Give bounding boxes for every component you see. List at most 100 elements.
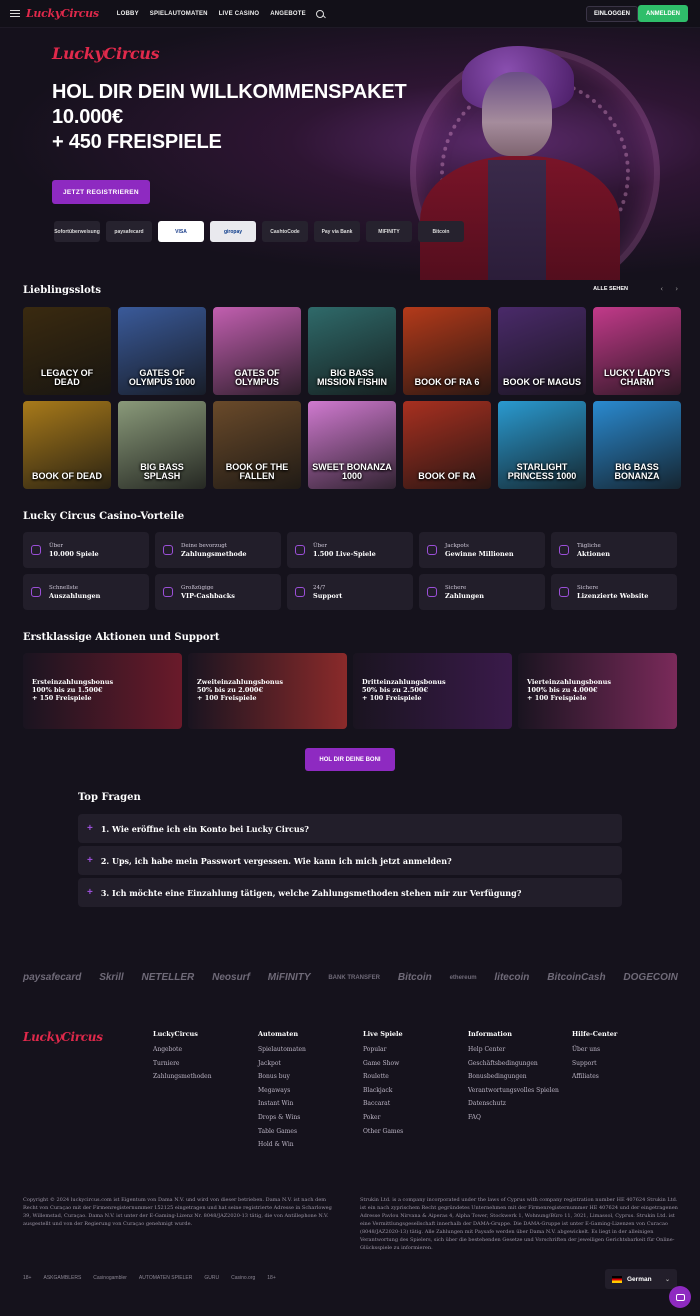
chevron-left-icon[interactable]: ‹ — [660, 285, 663, 293]
promo-card[interactable]: Zweiteinzahlungsbonus 50% bis zu 2.000€ + … — [188, 653, 347, 729]
partner-logo: BANK TRANSFER — [328, 974, 381, 981]
advantage-label: Deine bevorzugt — [181, 542, 227, 549]
footer-badge: Casino.org — [231, 1275, 256, 1281]
advantage-value: Zahlungsmethode — [181, 549, 247, 558]
footer-link[interactable]: Table Games — [258, 1125, 306, 1139]
login-button[interactable]: EINLOGGEN — [585, 6, 638, 22]
advantage-icon — [559, 587, 569, 597]
footer-link[interactable]: Support — [572, 1057, 617, 1071]
game-tile[interactable]: Gates of Olympus — [213, 307, 301, 395]
game-tile[interactable]: Sweet Bonanza 1000 — [308, 401, 396, 489]
hero-register-button[interactable]: JETZT REGISTRIEREN — [52, 180, 150, 204]
faq-item[interactable]: +3. Ich möchte eine Einzahlung tätigen, … — [78, 878, 622, 907]
footer-link[interactable]: Roulette — [363, 1070, 403, 1084]
faq-item[interactable]: +1. Wie eröffne ich ein Konto bei Lucky … — [78, 814, 622, 843]
footer-link[interactable]: Verantwortungsvolles Spielen — [468, 1084, 559, 1098]
footer-badge: AUTOMATEN SPIELER — [138, 1275, 193, 1281]
advantage-label: 24/7 — [313, 584, 326, 591]
game-tile[interactable]: Gates of Olympus 1000 — [118, 307, 206, 395]
footer-link[interactable]: Turniere — [153, 1057, 212, 1071]
game-tile[interactable]: Big Bass Mission Fishin — [308, 307, 396, 395]
footer-link[interactable]: Hold & Win — [258, 1138, 306, 1152]
advantage-label: Großzügige — [181, 584, 214, 591]
brand-logo[interactable]: LuckyCircus — [26, 7, 99, 20]
game-tile[interactable]: Book of Ra 6 — [403, 307, 491, 395]
footer-link[interactable]: Zahlungsmethoden — [153, 1070, 212, 1084]
footer-link[interactable]: Angebote — [153, 1043, 212, 1057]
game-tile[interactable]: Big Bass Splash — [118, 401, 206, 489]
advantage-label: Tägliche — [577, 542, 601, 549]
footer-column: Live Spiele Popular Game Show Roulette Black… — [363, 1030, 403, 1138]
hero-title: HOL DIR DEIN WILLKOMMENSPAKET 10.000€ + … — [52, 80, 407, 155]
hero-title-line2: 10.000€ — [52, 106, 123, 128]
hero-title-line1: HOL DIR DEIN WILLKOMMENSPAKET — [52, 81, 407, 103]
footer-link[interactable]: Bonusbedingungen — [468, 1070, 559, 1084]
chevron-right-icon[interactable]: › — [675, 285, 678, 293]
nav-live-casino[interactable]: LIVE CASINO — [219, 11, 260, 17]
footer-link[interactable]: Other Games — [363, 1125, 403, 1139]
joker-vest — [488, 160, 546, 280]
promo-card[interactable]: Vierteinzahlungsbonus 100% bis zu 4.000€ +… — [518, 653, 677, 729]
nav-slots[interactable]: SPIELAUTOMATEN — [150, 11, 208, 17]
promo-title: Dritteinzahlungsbonus — [362, 678, 446, 686]
top-header: LuckyCircus LOBBY SPIELAUTOMATEN LIVE CA… — [0, 0, 700, 28]
chat-button[interactable] — [669, 1286, 691, 1308]
footer-link[interactable]: Instant Win — [258, 1097, 306, 1111]
game-title: Big Bass Bonanza — [614, 462, 660, 481]
promo-line: 100% bis zu 1.500€ — [32, 686, 103, 694]
footer-link[interactable]: Popular — [363, 1043, 403, 1057]
footer-link[interactable]: Über uns — [572, 1043, 617, 1057]
advantage-label: Sichere — [577, 584, 599, 591]
game-tile[interactable]: Book of Dead — [23, 401, 111, 489]
footer-link[interactable]: Spielautomaten — [258, 1043, 306, 1057]
footer-link[interactable]: Help Center — [468, 1043, 559, 1057]
footer-link[interactable]: Poker — [363, 1111, 403, 1125]
search-icon[interactable] — [315, 9, 324, 18]
menu-icon[interactable] — [10, 10, 20, 17]
footer-link[interactable]: Bonus buy — [258, 1070, 306, 1084]
footer-link[interactable]: FAQ — [468, 1111, 559, 1125]
register-button[interactable]: ANMELDEN — [638, 5, 688, 22]
advantage-icon — [163, 545, 173, 555]
game-title: Big Bass Mission Fishin — [316, 368, 387, 387]
payment-partner-logos: paysafecard Skrill NETELLER Neosurf MiFINITY… — [23, 972, 678, 983]
footer-link[interactable]: Megaways — [258, 1084, 306, 1098]
hero-title-line3: + 450 FREISPIELE — [52, 131, 222, 153]
game-tile[interactable]: Starlight Princess 1000 — [498, 401, 586, 489]
advantage-icon — [295, 545, 305, 555]
game-title: Book of Ra 6 — [414, 377, 480, 387]
footer-link[interactable]: Datenschutz — [468, 1097, 559, 1111]
promo-card[interactable]: Dritteinzahlungsbonus 50% bis zu 2.500€ + … — [353, 653, 512, 729]
game-tile[interactable]: Legacy of Dead — [23, 307, 111, 395]
advantage-icon — [31, 587, 41, 597]
footer-link[interactable]: Baccarat — [363, 1097, 403, 1111]
promo-card[interactable]: Ersteinzahlungsbonus 100% bis zu 1.500€ + … — [23, 653, 182, 729]
legal-text-left: Copyright © 2024 luckycircus.com ist Eig… — [23, 1197, 332, 1227]
advantage-value: 1.500 Live-Spiele — [313, 549, 376, 558]
slots-section-title: Lieblingsslots — [23, 285, 102, 296]
footer-link[interactable]: Blackjack — [363, 1084, 403, 1098]
nav-offers[interactable]: ANGEBOTE — [270, 11, 306, 17]
game-tile[interactable]: Lucky Lady's Charm — [593, 307, 681, 395]
footer-link[interactable]: Game Show — [363, 1057, 403, 1071]
get-bonus-button[interactable]: HOL DIR DEINE BONI — [305, 748, 395, 771]
footer-link[interactable]: Geschäftsbedingungen — [468, 1057, 559, 1071]
game-tile[interactable]: Book of the Fallen — [213, 401, 301, 489]
advantage-value: Lizenzierte Website — [577, 591, 649, 600]
footer-link[interactable]: Jackpot — [258, 1057, 306, 1071]
nav-lobby[interactable]: LOBBY — [117, 11, 139, 17]
footer-link[interactable]: Drops & Wins — [258, 1111, 306, 1125]
see-all-link[interactable]: ALLE SEHEN — [593, 286, 628, 292]
payment-cashtocode: CashtoCode — [262, 221, 308, 242]
footer-logo[interactable]: LuckyCircus — [23, 1030, 103, 1044]
advantage-value: Gewinne Millionen — [445, 549, 514, 558]
advantage-value: Aktionen — [577, 549, 610, 558]
game-title: Book of the Fallen — [225, 462, 289, 481]
footer-link[interactable]: Affiliates — [572, 1070, 617, 1084]
faq-item[interactable]: +2. Ups, ich habe mein Passwort vergesse… — [78, 846, 622, 875]
game-tile[interactable]: Book of Ra — [403, 401, 491, 489]
game-tile[interactable]: Big Bass Bonanza — [593, 401, 681, 489]
language-selector[interactable]: German ⌄ — [605, 1269, 677, 1289]
game-tile[interactable]: Book of Magus — [498, 307, 586, 395]
footer-column-title: Automaten — [258, 1030, 299, 1038]
